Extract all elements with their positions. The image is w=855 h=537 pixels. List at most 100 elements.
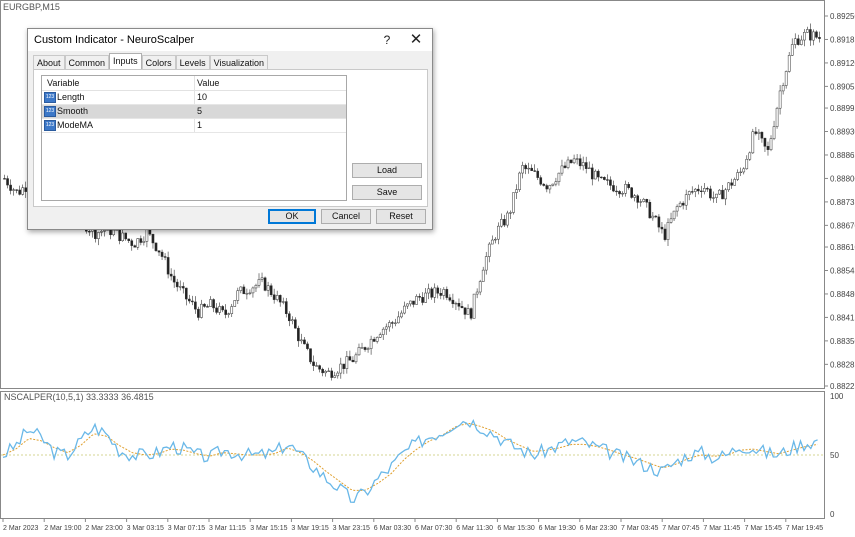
- column-value[interactable]: Value: [197, 78, 219, 88]
- inputs-grid: Variable Value 123 Length 10 123 Smooth …: [41, 75, 347, 201]
- candle-body: [103, 230, 106, 232]
- candle-body: [272, 294, 276, 300]
- time-tick-label: 2 Mar 23:00: [85, 525, 122, 532]
- indicator-tick-label: 0: [830, 510, 835, 519]
- price-tick-label: 0.88800: [830, 174, 855, 183]
- table-row[interactable]: 123 ModeMA 1: [42, 119, 346, 133]
- candle-body: [260, 277, 264, 280]
- candle-body: [654, 215, 658, 218]
- candle-body: [421, 297, 424, 303]
- time-tick-label: 7 Mar 11:45: [703, 525, 740, 532]
- candle-body: [215, 307, 218, 313]
- candle-body: [787, 55, 791, 72]
- table-row[interactable]: 123 Smooth 5: [42, 105, 346, 119]
- candle-body: [536, 170, 540, 178]
- candle-body: [587, 167, 591, 169]
- candle-body: [660, 226, 664, 230]
- candle-body: [603, 177, 606, 180]
- time-tick-label: 6 Mar 15:30: [497, 525, 534, 532]
- cancel-button[interactable]: Cancel: [321, 209, 371, 224]
- load-button[interactable]: Load: [352, 163, 422, 178]
- candle-body: [457, 302, 461, 307]
- candle-body: [212, 299, 215, 309]
- candle-body: [12, 189, 15, 191]
- candle-body: [400, 312, 403, 318]
- row-value[interactable]: 10: [197, 92, 207, 102]
- candle-body: [381, 328, 385, 335]
- candle-body: [693, 188, 697, 192]
- candle-body: [354, 354, 358, 363]
- candle-body: [687, 191, 691, 195]
- candle-body: [291, 319, 294, 322]
- candle-body: [706, 188, 709, 190]
- candle-body: [812, 31, 815, 41]
- candle-body: [678, 202, 682, 207]
- candle-body: [506, 212, 509, 226]
- tab-levels[interactable]: Levels: [175, 55, 210, 69]
- candle-body: [378, 334, 382, 338]
- table-row[interactable]: 123 Length 10: [42, 91, 346, 105]
- help-button[interactable]: ?: [376, 30, 398, 50]
- candle-body: [578, 158, 582, 167]
- candle-body: [730, 182, 733, 186]
- candle-body: [803, 32, 806, 41]
- time-tick-label: 6 Mar 23:30: [580, 525, 617, 532]
- candle-body: [696, 188, 700, 192]
- candle-body: [230, 306, 234, 314]
- dialog-titlebar[interactable]: Custom Indicator - NeuroScalper ? ✕: [28, 29, 432, 51]
- candle-body: [266, 285, 270, 291]
- candle-body: [372, 338, 376, 342]
- tab-about[interactable]: About: [33, 55, 65, 69]
- candle-body: [203, 303, 206, 307]
- reset-button[interactable]: Reset: [376, 209, 426, 224]
- candle-body: [403, 305, 406, 314]
- candle-body: [724, 189, 727, 200]
- candle-body: [300, 339, 303, 342]
- candle-body: [448, 297, 452, 301]
- row-value[interactable]: 5: [197, 106, 202, 116]
- candle-body: [339, 363, 343, 374]
- candle-body: [815, 31, 818, 38]
- save-button[interactable]: Save: [352, 185, 422, 200]
- candle-body: [672, 210, 676, 220]
- candle-body: [539, 177, 543, 185]
- tab-colors[interactable]: Colors: [141, 55, 176, 69]
- int-icon: 123: [44, 120, 56, 131]
- candle-body: [442, 289, 446, 296]
- candle-body: [796, 38, 800, 45]
- candle-body: [712, 197, 715, 199]
- candle-body: [318, 365, 321, 370]
- candle-body: [394, 322, 397, 324]
- candle-body: [494, 238, 497, 241]
- time-tick-label: 7 Mar 07:45: [662, 525, 699, 532]
- candle-body: [284, 301, 288, 314]
- candle-body: [715, 193, 718, 198]
- time-tick-label: 7 Mar 15:45: [745, 525, 782, 532]
- column-variable[interactable]: Variable: [47, 78, 79, 88]
- candle-body: [175, 281, 179, 288]
- candle-body: [151, 233, 155, 244]
- candle-body: [236, 290, 240, 301]
- tab-visualization[interactable]: Visualization: [209, 55, 268, 69]
- row-variable: ModeMA: [57, 120, 94, 130]
- tab-common[interactable]: Common: [64, 55, 110, 69]
- price-tick-label: 0.88610: [830, 243, 855, 252]
- time-tick-label: 6 Mar 11:30: [456, 525, 493, 532]
- row-value[interactable]: 1: [197, 120, 202, 130]
- candle-body: [569, 159, 573, 164]
- candle-body: [269, 285, 273, 296]
- time-tick-label: 7 Mar 03:45: [621, 525, 658, 532]
- candle-body: [363, 347, 367, 350]
- candle-body: [248, 292, 252, 294]
- price-tick-label: 0.88350: [830, 337, 855, 346]
- candle-body: [294, 319, 297, 329]
- candle-body: [15, 189, 18, 191]
- candle-body: [584, 162, 588, 169]
- candle-body: [303, 339, 306, 345]
- candle-body: [615, 190, 618, 193]
- candle-body: [597, 170, 600, 178]
- ok-button[interactable]: OK: [268, 209, 316, 224]
- close-button[interactable]: ✕: [404, 30, 428, 50]
- tab-inputs[interactable]: Inputs: [109, 53, 142, 69]
- candle-body: [669, 218, 673, 223]
